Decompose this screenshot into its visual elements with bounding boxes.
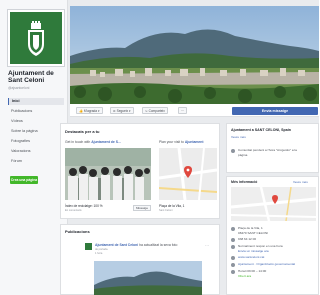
address-sub: Sant Celoni (159, 209, 173, 212)
info-title: Més informació (231, 180, 258, 184)
posts-card: Publicacions Ajuntament de Sant Celoni h… (60, 224, 220, 295)
create-page-button[interactable]: Crea una pàgina (10, 176, 38, 184)
map-image (230, 186, 317, 222)
post-time[interactable]: 1 hora (95, 252, 102, 255)
share-button[interactable]: ↪ Comparteix (142, 107, 168, 114)
response-time: Normalment respon en una hora (238, 244, 283, 248)
page-title: Ajuntament de Sant Celoni (8, 70, 54, 85)
highlights-title: Destacats per a tu (65, 129, 100, 134)
hours: Horari 09:00 – 14:00 (238, 269, 267, 273)
open-now: Obert ara (238, 274, 252, 278)
post-header: Ajuntament de Sant Celoni ha actualitzat… (95, 243, 177, 247)
globe-icon (231, 256, 235, 260)
address-caption: Plaça de la Vila, 1 (159, 204, 185, 208)
page-link[interactable]: Ajuntament de S... (91, 140, 121, 144)
sidebar-item-posts[interactable]: Publicacions (8, 108, 64, 115)
share-label: Comparteix (148, 109, 165, 113)
page-handle[interactable]: @ajsantceloni (8, 86, 29, 90)
thumbs-up-icon: 👍 (79, 109, 83, 113)
phone-number[interactable]: 938 64 12 00 (238, 237, 256, 241)
community-icon (231, 149, 235, 153)
sidebar-item-reviews[interactable]: Valoracions (8, 148, 64, 155)
post-options-icon[interactable]: ··· (205, 243, 209, 248)
phone-icon (231, 238, 235, 242)
get-in-touch-title: Get in touch with Ajuntament de S... (65, 140, 121, 144)
about-card: Ajuntament a SANT CELONI, Spain Veure mé… (226, 123, 319, 173)
recycling-sub: En comentaris (65, 209, 82, 212)
sidebar-item-videos[interactable]: Vídeos (8, 118, 64, 125)
page-action-bar: 👍 M'agrada ▾ ⊚ Segueix ▾ ↪ Comparteix ··… (70, 104, 319, 117)
sidebar-item-photos[interactable]: Fotografies (8, 138, 64, 145)
get-in-touch-text: Get in touch with (65, 140, 91, 144)
address-line1: Plaça de la Vila, 1 (238, 226, 263, 230)
facebook-page: Ajuntament de Sant Celoni @ajsantceloni … (0, 0, 319, 295)
recycling-caption: Índex de reciclatge: 100 % (65, 204, 103, 208)
category-link[interactable]: Ajuntament · Organització governamental (238, 262, 295, 266)
map-thumbnail[interactable] (159, 148, 217, 200)
about-note-line2: pàgina (238, 153, 248, 157)
address-line2: 08470 SANT CELONI (238, 231, 269, 235)
post-author-avatar[interactable] (85, 243, 92, 250)
clock-icon (231, 270, 235, 274)
send-message-button[interactable]: Envia missatge (232, 107, 318, 115)
profile-picture[interactable] (8, 10, 64, 66)
see-more-link[interactable]: Veure més (231, 135, 246, 139)
plan-visit-text: Plan your visit to (159, 140, 184, 144)
plan-visit-title: Plan your visit to Ajuntament (159, 140, 204, 144)
about-note-line1: Comunitat pendent a l'hora "Arcgestió" a… (238, 148, 297, 152)
like-label: M'agrada (83, 109, 98, 113)
location-icon (231, 227, 235, 231)
post-author-link[interactable]: Ajuntament de Sant Celoni (95, 243, 138, 247)
post-action-text: ha actualitzat la seva foto (139, 243, 178, 247)
tag-icon (231, 263, 235, 267)
website-link[interactable]: www.santceloni.cat (238, 255, 264, 259)
coat-of-arms-icon (28, 21, 44, 56)
follow-label: Segueix (116, 109, 129, 113)
location-map[interactable] (230, 186, 317, 222)
like-button[interactable]: 👍 M'agrada ▾ (76, 107, 103, 114)
sidebar-item-forum[interactable]: Fòrum (8, 158, 64, 165)
about-title: Ajuntament a SANT CELONI, Spain (231, 128, 291, 132)
sidebar-item-about[interactable]: Sobre la pàgina (8, 128, 64, 135)
follow-button[interactable]: ⊚ Segueix ▾ (110, 107, 134, 114)
landscape-image (94, 261, 202, 295)
page-link[interactable]: Ajuntament (185, 140, 204, 144)
info-card: Més informació Veure més Plaça de la Vil… (226, 176, 319, 295)
town-landscape-image (70, 6, 319, 104)
posts-title: Publicacions (65, 229, 90, 234)
post-subtitle: de portada. (95, 248, 109, 251)
crowd-photo[interactable] (65, 148, 151, 200)
chevron-down-icon: ▾ (97, 109, 100, 113)
left-sidebar: Ajuntament de Sant Celoni @ajsantceloni … (0, 0, 68, 295)
post-cover-image[interactable] (94, 261, 202, 295)
rss-icon: ⊚ (113, 109, 116, 113)
messenger-icon (231, 245, 235, 249)
message-button[interactable]: Missatge (133, 205, 152, 211)
highlights-card: Destacats per a tu Get in touch with Aju… (60, 123, 220, 219)
cover-photo[interactable] (70, 6, 319, 104)
chevron-down-icon: ▾ (128, 109, 131, 113)
see-more-link[interactable]: Veure més (293, 180, 308, 184)
crowd-image (65, 148, 151, 200)
more-button[interactable]: ··· (178, 107, 188, 114)
share-icon: ↪ (145, 109, 148, 113)
send-message-link[interactable]: Envia un missatge ara (238, 249, 269, 253)
sidebar-item-home[interactable]: Inici (8, 98, 64, 105)
map-image (159, 148, 217, 200)
